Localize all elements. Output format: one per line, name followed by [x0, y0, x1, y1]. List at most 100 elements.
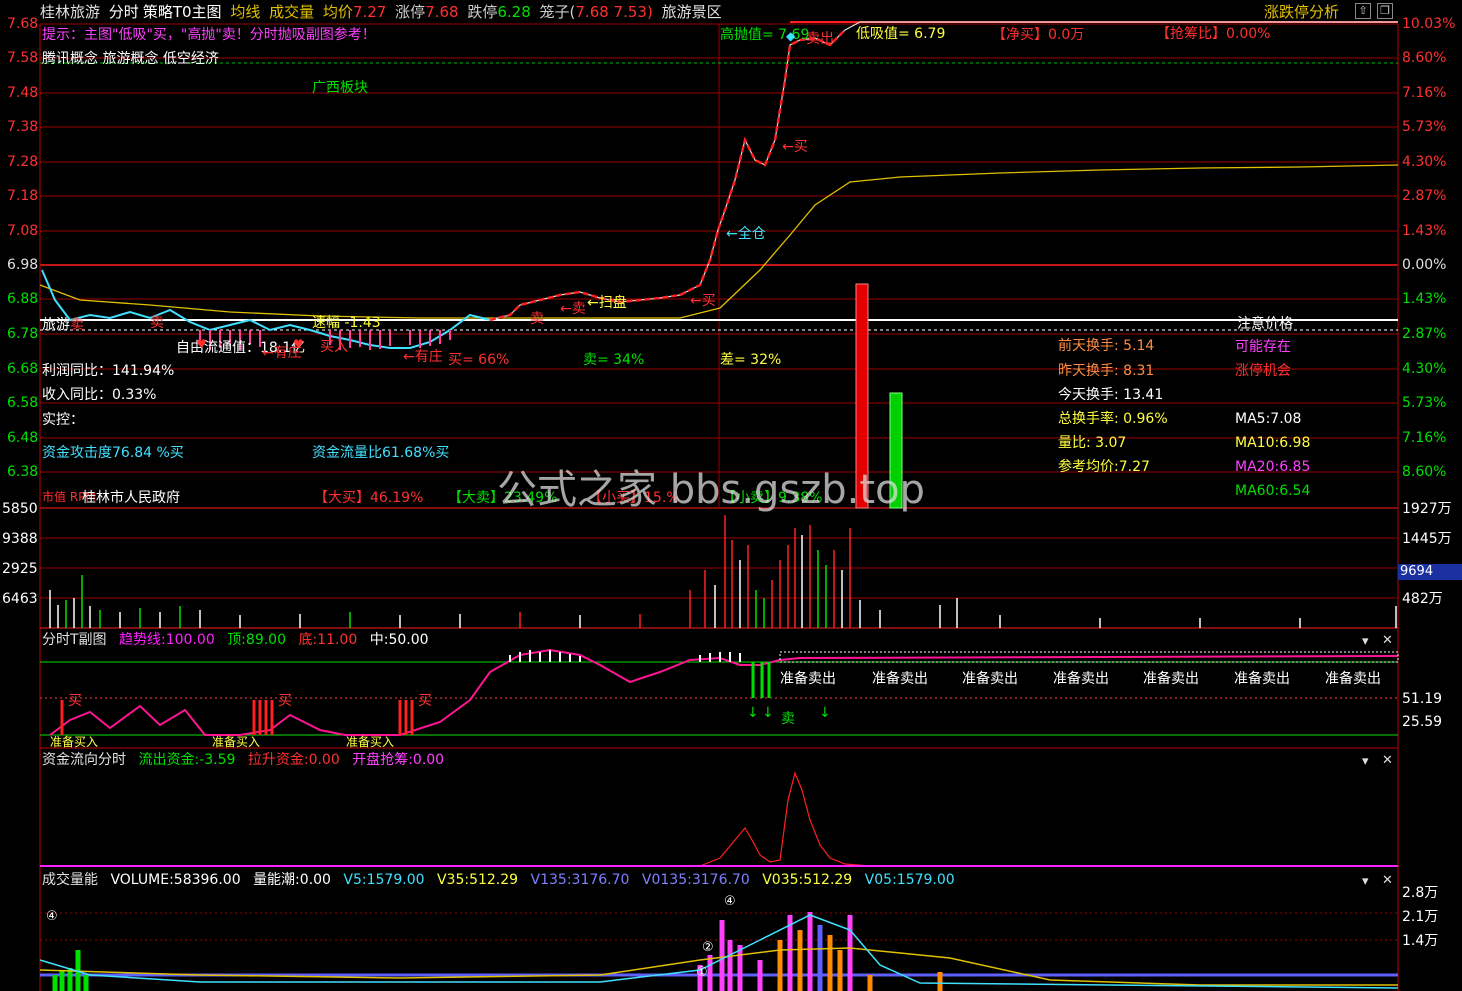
flow-panel-title: 资金流向分时 [42, 752, 126, 768]
tick: 2925 [2, 561, 38, 577]
full-position-mark: ←全仓 [726, 226, 766, 242]
down-arrow-icon: ↓ [819, 705, 831, 721]
collapse-icon[interactable]: ▾ [1362, 634, 1369, 649]
turnover-d1: 昨天换手: 8.31 [1058, 363, 1155, 379]
sell-mark: 卖 [781, 711, 795, 727]
dealer-mark: ←有庄 [403, 349, 443, 365]
buy-mark: 买 [418, 693, 432, 709]
prepare-sell: 准备卖出 [780, 671, 836, 687]
tick: 6.38 [7, 464, 39, 480]
ma10: MA10:6.98 [1235, 435, 1311, 451]
open-value: 0.00 [412, 752, 445, 768]
tick: 482万 [1402, 591, 1443, 607]
v035-value: 512.29 [803, 872, 853, 888]
tick: 7.48 [7, 85, 39, 101]
v0135-label: V0135: [641, 872, 692, 888]
tick: 7.18 [7, 188, 39, 204]
volume-bars [49, 515, 1397, 628]
buy-mark: ←买 [782, 139, 808, 155]
close-icon[interactable]: ✕ [1382, 753, 1393, 768]
ma60: MA60:6.54 [1235, 483, 1311, 499]
close-icon[interactable]: ✕ [1382, 633, 1393, 648]
t-trend-line [49, 648, 1399, 736]
t-sell-marks [751, 662, 771, 698]
t-buy-marks [60, 700, 414, 735]
attention-label: 注意价格 [1237, 316, 1293, 332]
outflow-value: -3.59 [199, 752, 236, 768]
diamond-icon: ◆ [786, 29, 796, 43]
controller-label: 实控： [42, 412, 84, 428]
prepare-buy: 准备买入 [212, 735, 261, 749]
speed-value: 速幅 -1.43 [312, 315, 381, 331]
menu-strategy[interactable]: 策略T0 [143, 3, 192, 21]
energy-panel-header: 成交量能 VOLUME:58396.00 量能潮:0.00 V5:1579.00… [42, 873, 963, 887]
collapse-icon[interactable]: ▾ [1362, 874, 1369, 889]
trend-value: 100.00 [165, 632, 215, 648]
menu-main[interactable]: 主图 [192, 3, 222, 21]
limit-chance-label: 涨停机会 [1235, 363, 1291, 379]
limit-down-value: 6.28 [497, 3, 531, 21]
tick: 5850 [2, 501, 38, 517]
v0135-value: 3176.70 [691, 872, 750, 888]
tick: 9388 [2, 531, 38, 547]
limit-up-label: 涨停 [395, 3, 426, 21]
bottom-label: 底: [298, 632, 318, 648]
sell-mark: ←卖 [560, 301, 586, 317]
flow-ratio: 资金流量比61.68%买 [312, 445, 450, 461]
close-icon[interactable]: ✕ [1382, 873, 1393, 888]
tick: 4.30% [1402, 361, 1447, 377]
energy-panel-title: 成交量能 [42, 872, 98, 888]
menu-fenshi[interactable]: 分时 [109, 3, 139, 21]
marker-2: ② [702, 940, 714, 955]
energy-tick: 2.8万 [1402, 885, 1439, 901]
energy-bars [52, 912, 943, 991]
tick: 6.78 [7, 326, 39, 342]
window-icon[interactable]: ❐ [1377, 3, 1393, 19]
collapse-icon[interactable]: ▾ [1362, 754, 1369, 769]
avg-price-value: 7.27 [352, 3, 387, 21]
tick: 8.60% [1402, 50, 1447, 66]
ma5: MA5:7.08 [1235, 411, 1302, 427]
tick: 5.73% [1402, 395, 1447, 411]
up-icon[interactable]: ⇧ [1355, 3, 1371, 19]
tick: 4.30% [1402, 154, 1447, 170]
limit-analysis-title[interactable]: 涨跌停分析 [1264, 5, 1339, 20]
government-label: 桂林市人民政府 [82, 490, 180, 506]
tick: 7.16% [1402, 85, 1447, 101]
menu-volume[interactable]: 成交量 [269, 3, 314, 21]
sector-name[interactable]: 旅游景区 [662, 3, 722, 21]
trend-label: 趋势线: [119, 632, 166, 648]
t-tick: 51.19 [1402, 691, 1443, 707]
tick: 6.68 [7, 361, 39, 377]
volume-cursor-value: 9694 [1398, 564, 1462, 580]
buy-mark: 买 [278, 693, 292, 709]
mid-label: 中: [369, 632, 389, 648]
menu-avg[interactable]: 均线 [230, 3, 260, 21]
energy-tick: 2.1万 [1402, 909, 1439, 925]
attack-degree: 资金攻击度76.84 %买 [42, 445, 184, 461]
profit-yoy: 利润同比：141.94% [42, 363, 175, 379]
stock-name[interactable]: 桂林旅游 [40, 3, 100, 21]
energy-line-cyan [39, 914, 1399, 989]
concept-tags: 腾讯概念 旅游概念 低空经济 [42, 51, 219, 67]
header-bar: 桂林旅游 分时 策略T0主图 均线 成交量 均价7.27 涨停7.68 跌停6.2… [40, 5, 726, 20]
flow-panel-header: 资金流向分时 流出资金:-3.59 拉升资金:0.00 开盘抢筹:0.00 [42, 753, 452, 767]
net-buy-value: 【净买】0.0万 [992, 27, 1085, 43]
v05-label: V05: [864, 872, 897, 888]
low-buy-value: 低吸值= 6.79 [856, 26, 946, 42]
mid-value: 50.00 [388, 632, 429, 648]
avg-price-label: 均价 [322, 3, 353, 21]
marker-4: ④ [724, 894, 736, 909]
t-panel-title: 分时T副图 [42, 632, 107, 648]
tick: 6.58 [7, 395, 39, 411]
prepare-sell: 准备卖出 [1234, 671, 1290, 687]
tide-label: 量能潮: [253, 872, 300, 888]
tick: 8.60% [1402, 464, 1447, 480]
energy-line-yellow [39, 947, 1398, 986]
vol-label: VOLUME: [110, 872, 174, 888]
big-buy-pct: 【大买】46.19% [314, 490, 424, 506]
tick: 2.87% [1402, 326, 1447, 342]
tick: 7.08 [7, 223, 39, 239]
v035-label: V035: [762, 872, 804, 888]
prepare-buy: 准备买入 [50, 735, 99, 749]
